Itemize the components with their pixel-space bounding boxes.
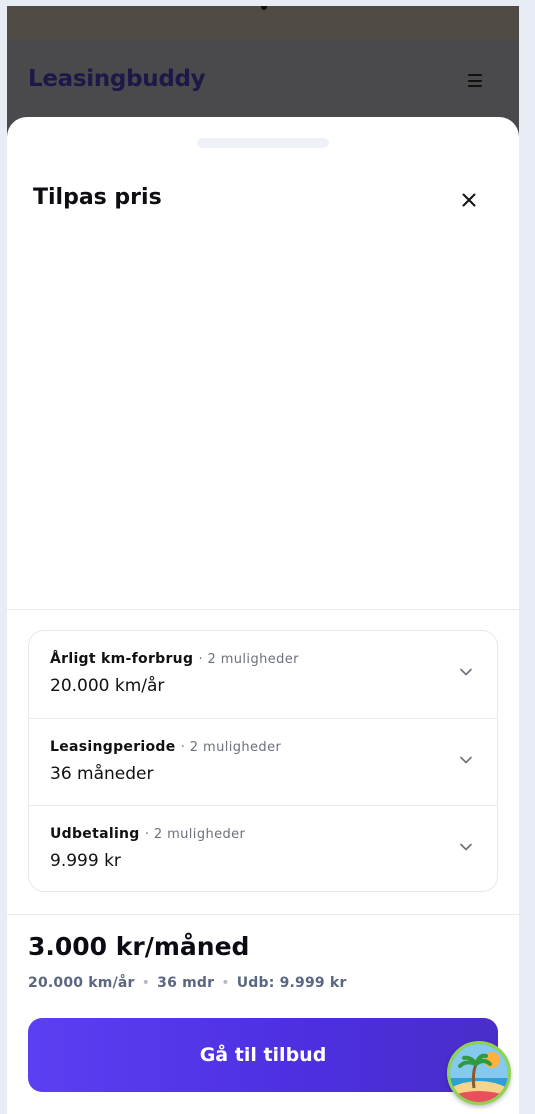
- summary-km: 20.000 km/år: [28, 975, 135, 991]
- option-meta: · 2 muligheder: [144, 827, 246, 842]
- option-meta: · 2 muligheder: [180, 740, 282, 755]
- monthly-price: 3.000 kr/måned: [28, 932, 250, 961]
- summary-separator: •: [141, 975, 151, 991]
- option-value: 9.999 kr: [50, 851, 121, 871]
- option-km-usage[interactable]: Årligt km-forbrug · 2 muligheder 20.000 …: [29, 631, 497, 718]
- chevron-down-icon: [460, 843, 472, 851]
- price-sheet: Tilpas pris Årligt km-forbrug · 2 muligh…: [7, 117, 519, 1114]
- hamburger-icon[interactable]: [468, 74, 482, 87]
- divider: [7, 914, 519, 915]
- sheet-grabber[interactable]: [197, 138, 329, 148]
- summary-down-payment: Udb: 9.999 kr: [236, 975, 347, 991]
- close-icon: [462, 193, 476, 207]
- option-meta: · 2 muligheder: [198, 652, 299, 667]
- chevron-down-icon: [460, 756, 472, 764]
- summary-period: 36 mdr: [157, 975, 215, 991]
- option-value: 20.000 km/år: [50, 676, 165, 696]
- beach-avatar-icon[interactable]: [447, 1041, 511, 1105]
- app-viewport: Leasingbuddy Tilpas pris Årligt km-forbr…: [7, 6, 519, 1114]
- summary-separator: •: [221, 975, 230, 991]
- price-summary: 20.000 km/år • 36 mdr • Udb: 9.999 kr: [28, 975, 347, 991]
- option-label: Leasingperiode · 2 muligheder: [50, 739, 282, 755]
- option-label: Udbetaling · 2 muligheder: [50, 826, 246, 842]
- top-strip: [7, 6, 519, 40]
- close-button[interactable]: [456, 187, 482, 213]
- divider: [7, 609, 519, 610]
- option-label: Årligt km-forbrug · 2 muligheder: [50, 651, 299, 667]
- sheet-title: Tilpas pris: [33, 185, 162, 210]
- go-to-offer-button[interactable]: Gå til tilbud: [28, 1018, 498, 1092]
- options-list: Årligt km-forbrug · 2 muligheder 20.000 …: [28, 630, 498, 892]
- brand-logo[interactable]: Leasingbuddy: [28, 66, 206, 92]
- option-down-payment[interactable]: Udbetaling · 2 muligheder 9.999 kr: [29, 805, 497, 892]
- chevron-down-icon: [460, 668, 472, 676]
- option-value: 36 måneder: [50, 764, 154, 784]
- top-strip-dot: [261, 6, 267, 10]
- option-leasing-period[interactable]: Leasingperiode · 2 muligheder 36 måneder: [29, 718, 497, 805]
